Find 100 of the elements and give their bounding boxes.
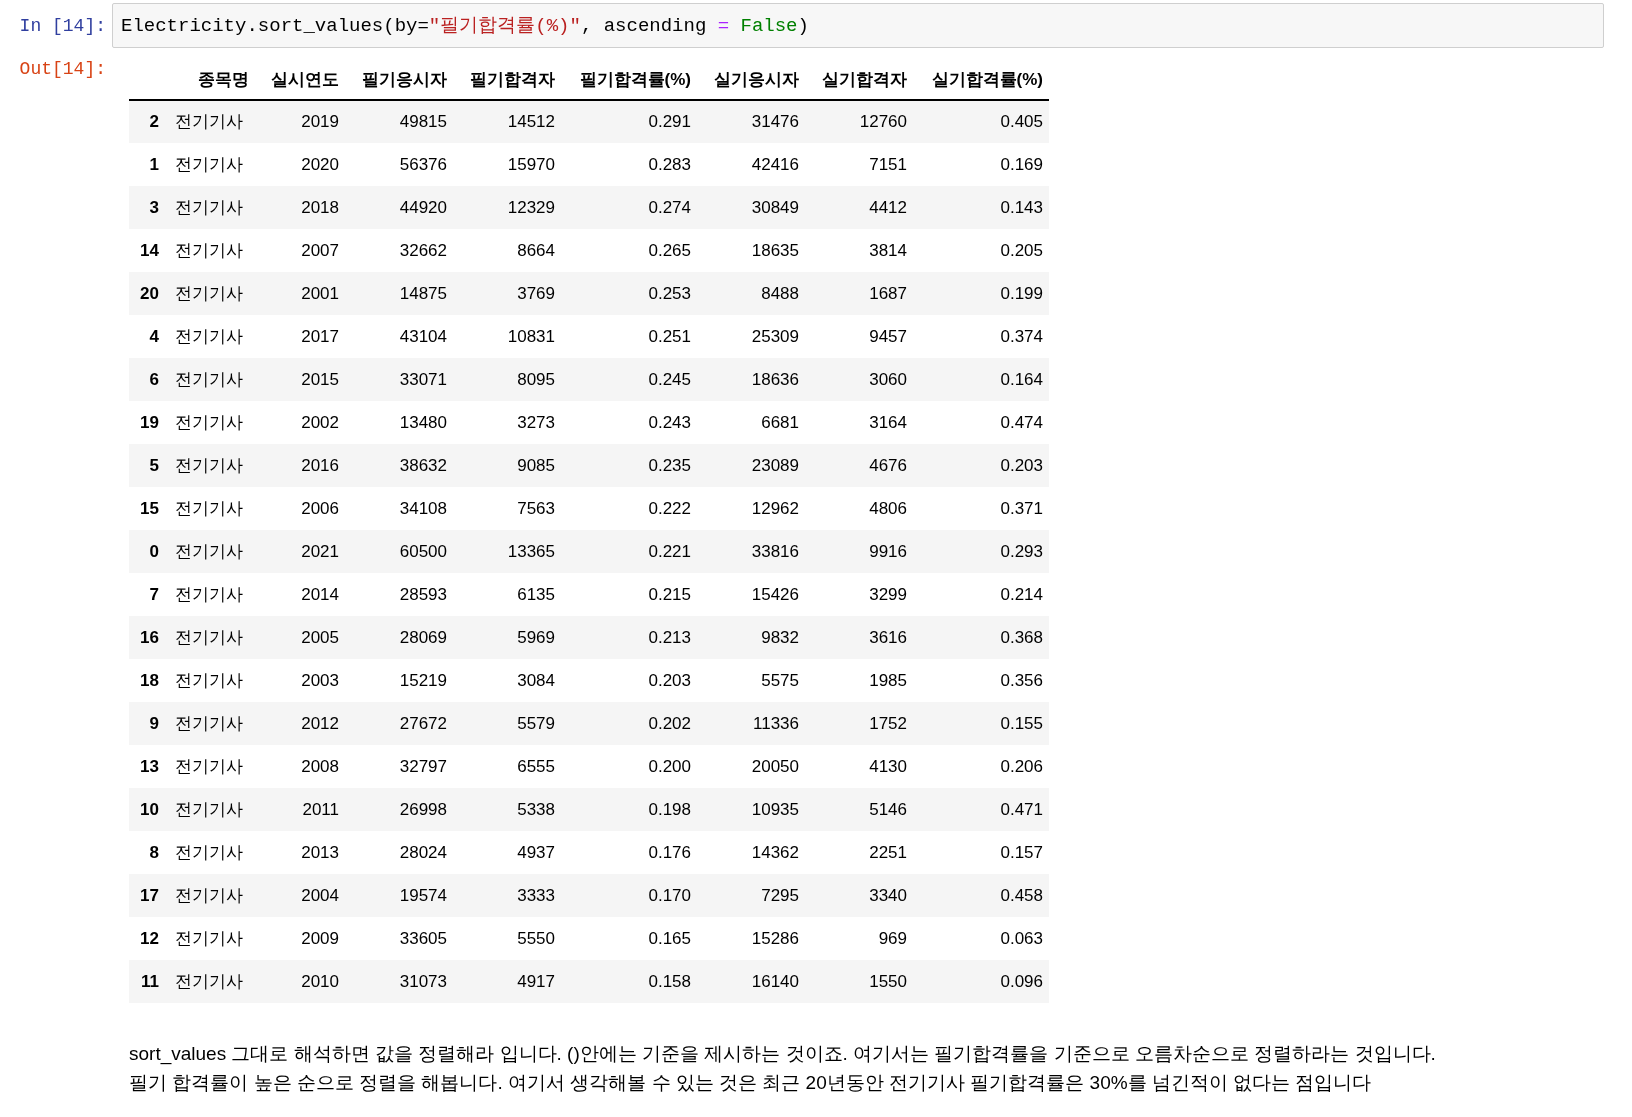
table-cell: 0.471: [1000, 799, 1043, 819]
table-cell: 11336: [753, 713, 799, 733]
table-cell: 4937: [517, 842, 555, 862]
row-index: 15: [140, 498, 159, 518]
row-index: 9: [149, 713, 159, 733]
table-cell: 전기기사: [175, 283, 243, 303]
column-header: 실기합격자: [822, 69, 907, 89]
table-cell: 32662: [399, 240, 447, 260]
row-index: 6: [149, 369, 159, 389]
table-cell: 25309: [751, 326, 799, 346]
table-cell: 12760: [859, 112, 907, 132]
table-cell: 전기기사: [175, 154, 243, 174]
row-index: 13: [140, 756, 159, 776]
paragraph: 필기 합격률이 높은 순으로 정렬을 해봅니다. 여기서 생각해볼 수 있는 것은 최근 20년동안 전기기사 필기합격률은 30%를 넘긴적이 없다는 점입니다: [129, 1071, 1373, 1095]
table-cell: 0.221: [648, 541, 691, 561]
table-cell: 0.474: [1000, 412, 1043, 432]
table-cell: 3164: [869, 412, 907, 432]
table-cell: 43104: [399, 326, 447, 346]
table-cell: 전기기사: [175, 326, 243, 346]
table-cell: 4130: [869, 756, 907, 776]
table-cell: 33605: [399, 928, 447, 948]
table-cell: 13365: [507, 541, 555, 561]
table-cell: 10831: [507, 326, 555, 346]
table-cell: 전기기사: [175, 713, 243, 733]
table-cell: 15219: [399, 670, 447, 690]
table-cell: 0.198: [648, 799, 691, 819]
table-cell: 0.203: [1000, 455, 1043, 475]
table-cell: 전기기사: [175, 369, 243, 389]
table-cell: 38632: [399, 455, 447, 475]
table-cell: 3084: [517, 670, 555, 690]
table-cell: 전기기사: [175, 584, 243, 604]
table-cell: 32797: [399, 756, 447, 776]
row-index: 2: [149, 112, 159, 132]
table-cell: 0.458: [1000, 885, 1043, 905]
table-cell: 5579: [517, 713, 555, 733]
table-cell: 14362: [751, 842, 799, 862]
table-cell: 10935: [751, 799, 799, 819]
table-cell: 5575: [761, 670, 799, 690]
table-cell: 2013: [301, 842, 339, 862]
table-cell: 0.235: [648, 455, 691, 475]
row-index: 16: [140, 627, 159, 647]
table-cell: 0.213: [648, 627, 691, 647]
table-cell: 전기기사: [175, 885, 243, 905]
table-cell: 0.143: [1000, 197, 1043, 217]
column-header: 실시연도: [271, 69, 339, 89]
column-header: 종목명: [198, 69, 249, 89]
table-cell: 5550: [517, 928, 555, 948]
table-cell: 30849: [751, 197, 799, 217]
table-cell: 0.200: [648, 756, 691, 776]
table-cell: 0.283: [648, 154, 691, 174]
table-cell: 2002: [301, 412, 339, 432]
table-cell: 전기기사: [175, 842, 243, 862]
table-cell: 0.205: [1000, 240, 1043, 260]
row-index: 14: [140, 240, 159, 260]
table-cell: 2017: [301, 326, 339, 346]
row-index: 1: [149, 154, 159, 174]
table-cell: 6555: [517, 756, 555, 776]
table-cell: 0.157: [1000, 842, 1043, 862]
table-cell: 6681: [761, 412, 799, 432]
row-index: 0: [149, 541, 159, 561]
table-cell: 14512: [507, 112, 555, 132]
table-cell: 2006: [301, 498, 339, 518]
table-cell: 8488: [761, 283, 799, 303]
table-cell: 0.253: [648, 283, 691, 303]
table-cell: 1687: [869, 283, 907, 303]
table-cell: 전기기사: [175, 498, 243, 518]
table-cell: 49815: [399, 112, 447, 132]
table-cell: 2003: [301, 670, 339, 690]
table-cell: 8095: [517, 369, 555, 389]
row-index: 4: [149, 326, 159, 346]
table-cell: 2251: [869, 842, 907, 862]
input-prompt: In [14]:: [18, 15, 107, 38]
table-cell: 5146: [869, 799, 907, 819]
table-cell: 33816: [751, 541, 799, 561]
code-cell[interactable]: Electricity.sort_values(by="필기합격률(%)", ascending = False): [112, 3, 1604, 48]
row-index: 17: [140, 885, 159, 905]
table-cell: 0.206: [1000, 756, 1043, 776]
column-header: 필기합격자: [470, 69, 555, 89]
table-cell: 3769: [517, 283, 555, 303]
table-cell: 7295: [761, 885, 799, 905]
table-cell: 전기기사: [175, 541, 243, 561]
table-cell: 13480: [399, 412, 447, 432]
table-cell: 2011: [302, 799, 339, 819]
table-cell: 전기기사: [175, 756, 243, 776]
table-cell: 33071: [399, 369, 447, 389]
table-cell: 3299: [869, 584, 907, 604]
table-cell: 8664: [517, 240, 555, 260]
table-cell: 1985: [869, 670, 907, 690]
table-cell: 0.291: [648, 112, 691, 132]
table-cell: 0.368: [1000, 627, 1043, 647]
table-cell: 4917: [517, 971, 555, 991]
table-cell: 0.169: [1000, 154, 1043, 174]
table-cell: 3814: [869, 240, 907, 260]
row-index: 3: [149, 197, 159, 217]
table-cell: 12962: [751, 498, 799, 518]
table-cell: 0.164: [1000, 369, 1043, 389]
row-index: 20: [140, 283, 159, 303]
table-cell: 0.215: [648, 584, 691, 604]
table-cell: 전기기사: [175, 971, 243, 991]
table-cell: 56376: [399, 154, 447, 174]
